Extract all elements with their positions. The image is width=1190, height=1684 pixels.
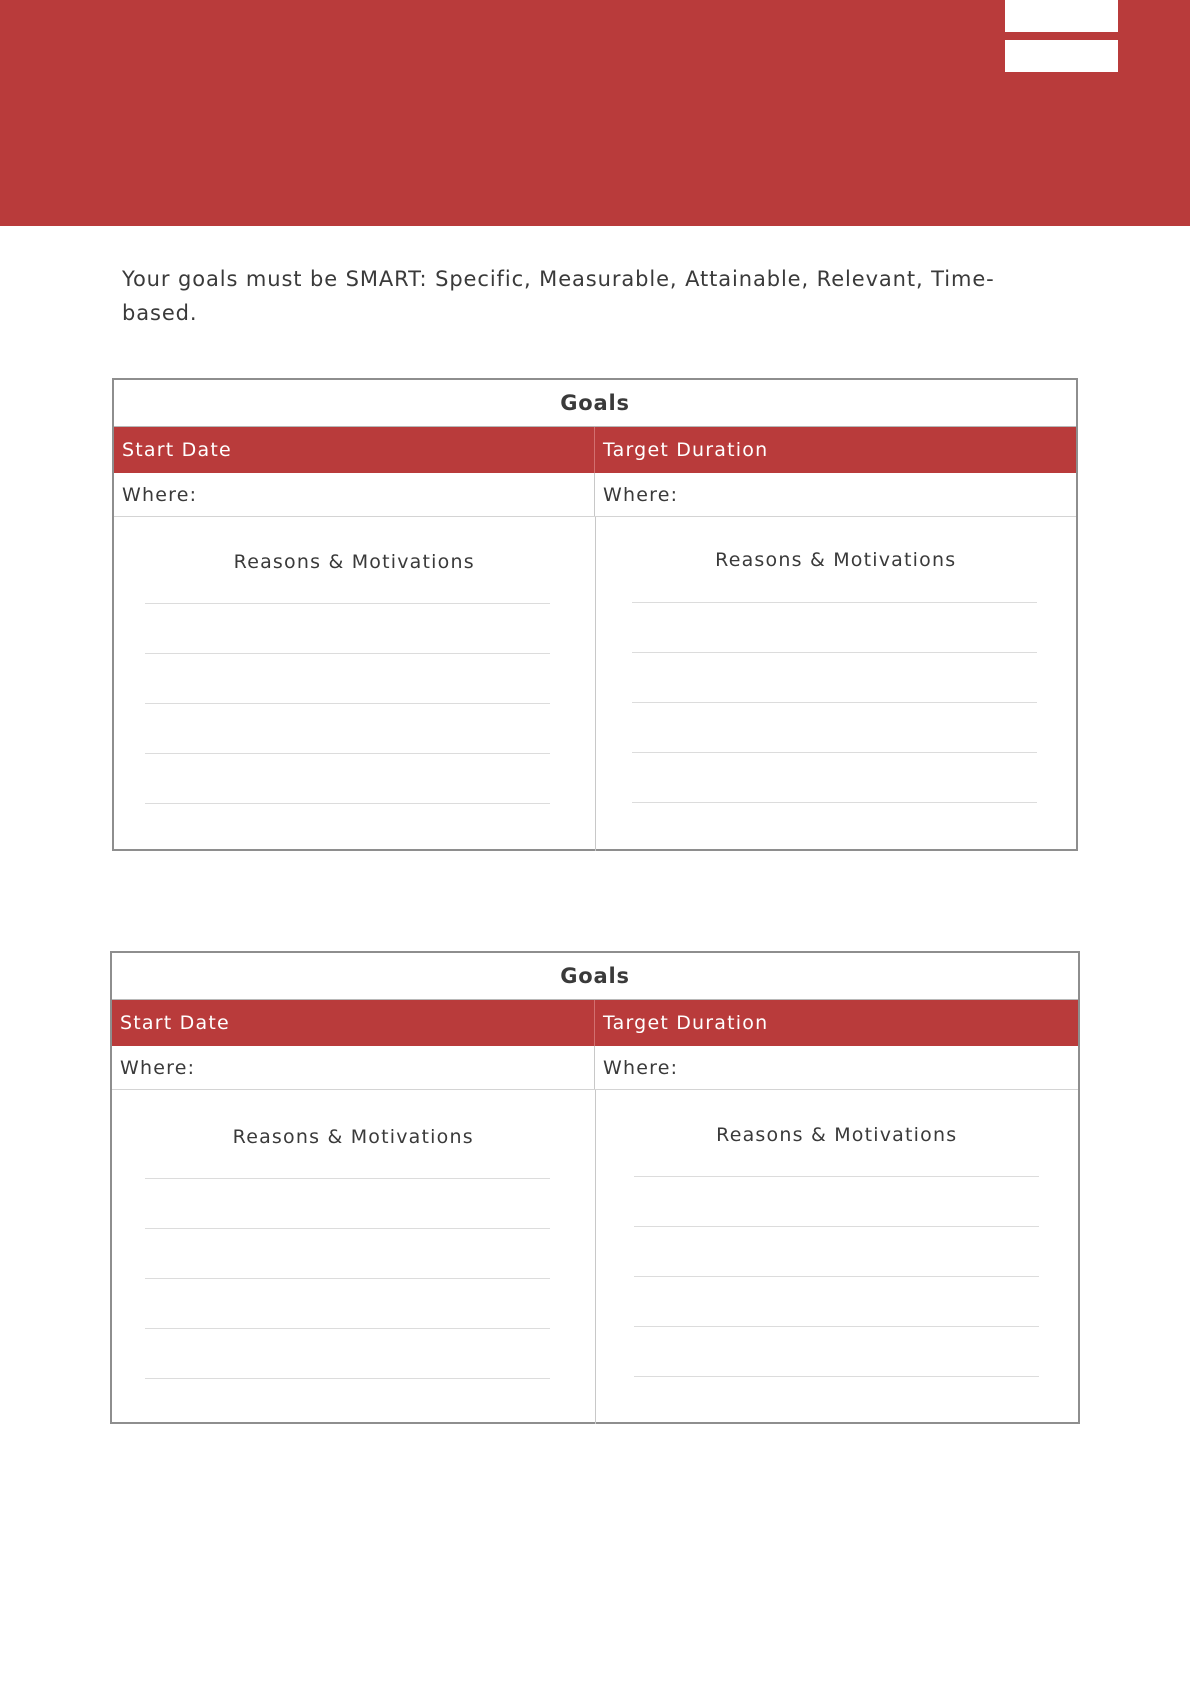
goal-table: Goals Start Date Target Duration Where: … [112,378,1078,851]
reasons-column-left: Reasons & Motivations [114,517,596,851]
goal-table-header-row: Start Date Target Duration [112,1000,1078,1046]
reasons-motivations-heading: Reasons & Motivations [233,551,475,573]
target-duration-field[interactable]: Target Duration [595,1000,1078,1046]
blank-writing-line[interactable] [145,1328,550,1329]
blank-writing-line[interactable] [633,1176,1039,1177]
where-field-left[interactable]: Where: [114,473,595,516]
start-date-field[interactable]: Start Date [114,427,595,473]
blank-writing-line[interactable] [633,1276,1039,1277]
smart-intro-text: Your goals must be SMART: Specific, Meas… [122,267,995,325]
goal-table-header-row: Start Date Target Duration [114,427,1076,473]
reasons-motivations-heading: Reasons & Motivations [232,1126,474,1148]
blank-writing-line[interactable] [145,1278,550,1279]
goal-table-body-row: Reasons & Motivations Reasons & Motivati… [112,1090,1078,1424]
start-date-field[interactable]: Start Date [112,1000,595,1046]
blank-writing-line[interactable] [145,1378,550,1379]
reasons-motivations-heading: Reasons & Motivations [716,1124,958,1146]
blank-writing-line[interactable] [145,753,550,754]
header-white-box-bottom [1005,40,1118,72]
header-white-box-top [1005,0,1118,32]
reasons-column-right: Reasons & Motivations [596,1090,1079,1424]
reasons-column-right: Reasons & Motivations [596,517,1077,851]
blank-writing-line[interactable] [145,653,550,654]
reasons-column-left: Reasons & Motivations [112,1090,596,1424]
goal-table-title: Goals [114,380,1076,427]
blank-writing-line[interactable] [631,702,1037,703]
goal-table-title: Goals [112,953,1078,1000]
where-field-left[interactable]: Where: [112,1046,595,1089]
header-band [0,0,1190,226]
target-duration-field[interactable]: Target Duration [595,427,1076,473]
reasons-motivations-heading: Reasons & Motivations [715,549,957,571]
blank-writing-line[interactable] [631,652,1037,653]
blank-writing-line[interactable] [631,752,1037,753]
blank-writing-line[interactable] [633,1226,1039,1227]
goal-table-where-row: Where: Where: [112,1046,1078,1090]
blank-writing-line[interactable] [631,802,1037,803]
blank-writing-line[interactable] [633,1376,1039,1377]
blank-writing-line[interactable] [631,602,1037,603]
blank-writing-line[interactable] [145,1178,550,1179]
goal-table: Goals Start Date Target Duration Where: … [110,951,1080,1424]
blank-writing-line[interactable] [633,1326,1039,1327]
blank-writing-line[interactable] [145,1228,550,1229]
blank-writing-line[interactable] [145,703,550,704]
where-field-right[interactable]: Where: [595,473,1076,516]
goal-table-where-row: Where: Where: [114,473,1076,517]
goal-table-body-row: Reasons & Motivations Reasons & Motivati… [114,517,1076,851]
blank-writing-line[interactable] [145,803,550,804]
blank-writing-line[interactable] [145,603,550,604]
where-field-right[interactable]: Where: [595,1046,1078,1089]
